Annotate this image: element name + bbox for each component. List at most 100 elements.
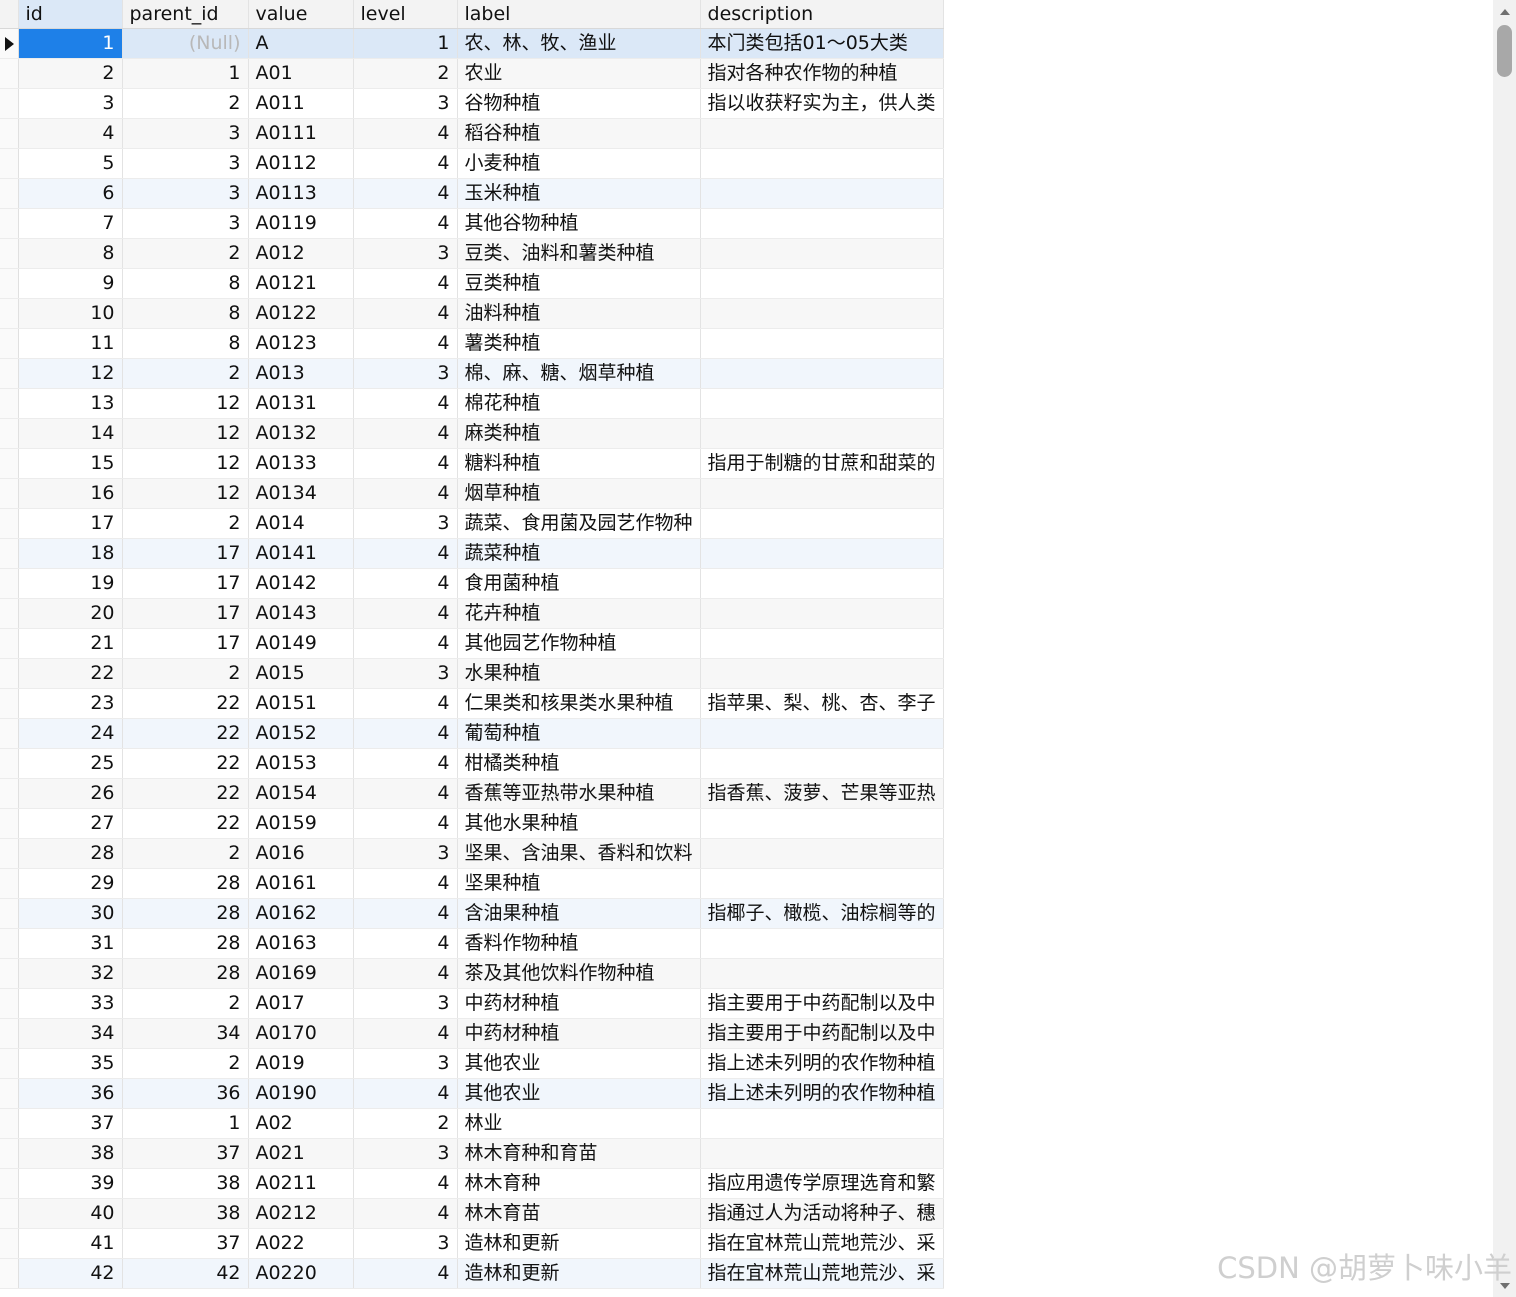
cell-value[interactable]: A017 [248, 988, 354, 1019]
row-indicator[interactable] [0, 358, 19, 389]
cell-label[interactable]: 茶及其他饮料作物种植 [457, 958, 701, 989]
cell-parent-id[interactable]: 2 [122, 658, 249, 689]
row-indicator[interactable] [0, 988, 19, 1019]
table-row[interactable]: 40 38 A0212 4 林木育苗 指通过人为活动将种子、穗 [0, 1198, 944, 1229]
cell-value[interactable]: A0170 [248, 1018, 354, 1049]
cell-label[interactable]: 林木育苗 [457, 1198, 701, 1229]
row-indicator[interactable] [0, 178, 19, 209]
cell-description[interactable] [700, 958, 944, 989]
row-indicator[interactable] [0, 568, 19, 599]
cell-level[interactable]: 4 [353, 688, 458, 719]
cell-level[interactable]: 4 [353, 178, 458, 209]
table-row[interactable]: 18 17 A0141 4 蔬菜种植 [0, 538, 944, 569]
row-indicator[interactable] [0, 328, 19, 359]
table-row[interactable]: 7 3 A0119 4 其他谷物种植 [0, 208, 944, 239]
table-row[interactable]: 28 2 A016 3 坚果、含油果、香料和饮料 [0, 838, 944, 869]
table-row[interactable]: 41 37 A022 3 造林和更新 指在宜林荒山荒地荒沙、采 [0, 1228, 944, 1259]
cell-id[interactable]: 5 [18, 148, 123, 179]
cell-id[interactable]: 14 [18, 418, 123, 449]
data-grid[interactable]: id parent_id value level label descripti… [0, 0, 1493, 1297]
cell-id[interactable]: 39 [18, 1168, 123, 1199]
cell-description[interactable] [700, 1138, 944, 1169]
cell-label[interactable]: 豆类、油料和薯类种植 [457, 238, 701, 269]
cell-label[interactable]: 薯类种植 [457, 328, 701, 359]
cell-parent-id[interactable]: 22 [122, 748, 249, 779]
cell-level[interactable]: 3 [353, 88, 458, 119]
cell-level[interactable]: 3 [353, 1048, 458, 1079]
cell-label[interactable]: 花卉种植 [457, 598, 701, 629]
cell-value[interactable]: A0141 [248, 538, 354, 569]
cell-parent-id[interactable]: 2 [122, 88, 249, 119]
cell-label[interactable]: 其他园艺作物种植 [457, 628, 701, 659]
cell-parent-id[interactable]: 2 [122, 238, 249, 269]
cell-description[interactable]: 指主要用于中药配制以及中 [700, 1018, 944, 1049]
cell-description[interactable] [700, 598, 944, 629]
cell-value[interactable]: A0113 [248, 178, 354, 209]
row-indicator[interactable] [0, 688, 19, 719]
cell-description[interactable]: 指香蕉、菠萝、芒果等亚热 [700, 778, 944, 809]
cell-parent-id[interactable]: 3 [122, 178, 249, 209]
row-indicator[interactable] [0, 208, 19, 239]
row-indicator[interactable] [0, 88, 19, 119]
cell-description[interactable]: 指在宜林荒山荒地荒沙、采 [700, 1258, 944, 1289]
table-row[interactable]: 8 2 A012 3 豆类、油料和薯类种植 [0, 238, 944, 269]
cell-level[interactable]: 4 [353, 928, 458, 959]
cell-level[interactable]: 4 [353, 628, 458, 659]
cell-parent-id[interactable]: 8 [122, 268, 249, 299]
cell-value[interactable]: A0151 [248, 688, 354, 719]
cell-parent-id[interactable]: 36 [122, 1078, 249, 1109]
cell-label[interactable]: 棉花种植 [457, 388, 701, 419]
cell-level[interactable]: 3 [353, 238, 458, 269]
table-row[interactable]: 32 28 A0169 4 茶及其他饮料作物种植 [0, 958, 944, 989]
cell-id[interactable]: 7 [18, 208, 123, 239]
cell-id[interactable]: 26 [18, 778, 123, 809]
cell-id[interactable]: 13 [18, 388, 123, 419]
cell-description[interactable]: 指主要用于中药配制以及中 [700, 988, 944, 1019]
table-row[interactable]: 39 38 A0211 4 林木育种 指应用遗传学原理选育和繁 [0, 1168, 944, 1199]
row-indicator[interactable] [0, 538, 19, 569]
table-row[interactable]: 34 34 A0170 4 中药材种植 指主要用于中药配制以及中 [0, 1018, 944, 1049]
cell-description[interactable]: 指苹果、梨、桃、杏、李子 [700, 688, 944, 719]
cell-parent-id[interactable]: 2 [122, 988, 249, 1019]
cell-parent-id[interactable]: 12 [122, 448, 249, 479]
cell-level[interactable]: 4 [353, 418, 458, 449]
cell-id[interactable]: 40 [18, 1198, 123, 1229]
cell-value[interactable]: A01 [248, 58, 354, 89]
cell-level[interactable]: 4 [353, 208, 458, 239]
cell-parent-id[interactable]: 37 [122, 1138, 249, 1169]
cell-level[interactable]: 4 [353, 1018, 458, 1049]
row-indicator[interactable] [0, 298, 19, 329]
cell-label[interactable]: 玉米种植 [457, 178, 701, 209]
cell-description[interactable] [700, 388, 944, 419]
cell-level[interactable]: 4 [353, 1168, 458, 1199]
row-indicator[interactable] [0, 58, 19, 89]
cell-level[interactable]: 4 [353, 448, 458, 479]
cell-parent-id[interactable]: 17 [122, 568, 249, 599]
row-indicator[interactable] [0, 1198, 19, 1229]
column-header-parent-id[interactable]: parent_id [122, 0, 249, 29]
cell-description[interactable] [700, 808, 944, 839]
table-row[interactable]: 31 28 A0163 4 香料作物种植 [0, 928, 944, 959]
cell-level[interactable]: 4 [353, 298, 458, 329]
cell-value[interactable]: A0111 [248, 118, 354, 149]
cell-level[interactable]: 3 [353, 1138, 458, 1169]
cell-value[interactable]: A0112 [248, 148, 354, 179]
cell-description[interactable] [700, 538, 944, 569]
row-indicator[interactable] [0, 658, 19, 689]
cell-level[interactable]: 4 [353, 268, 458, 299]
cell-value[interactable]: A0212 [248, 1198, 354, 1229]
row-indicator[interactable] [0, 1228, 19, 1259]
cell-level[interactable]: 2 [353, 58, 458, 89]
cell-label[interactable]: 香料作物种植 [457, 928, 701, 959]
cell-value[interactable]: A [248, 28, 354, 59]
cell-description[interactable] [700, 478, 944, 509]
cell-id[interactable]: 30 [18, 898, 123, 929]
cell-description[interactable]: 本门类包括01～05大类 [700, 28, 944, 59]
row-indicator[interactable] [0, 28, 19, 59]
cell-label[interactable]: 含油果种植 [457, 898, 701, 929]
cell-label[interactable]: 造林和更新 [457, 1228, 701, 1259]
cell-level[interactable]: 4 [353, 148, 458, 179]
cell-value[interactable]: A021 [248, 1138, 354, 1169]
cell-description[interactable] [700, 658, 944, 689]
cell-id[interactable]: 22 [18, 658, 123, 689]
